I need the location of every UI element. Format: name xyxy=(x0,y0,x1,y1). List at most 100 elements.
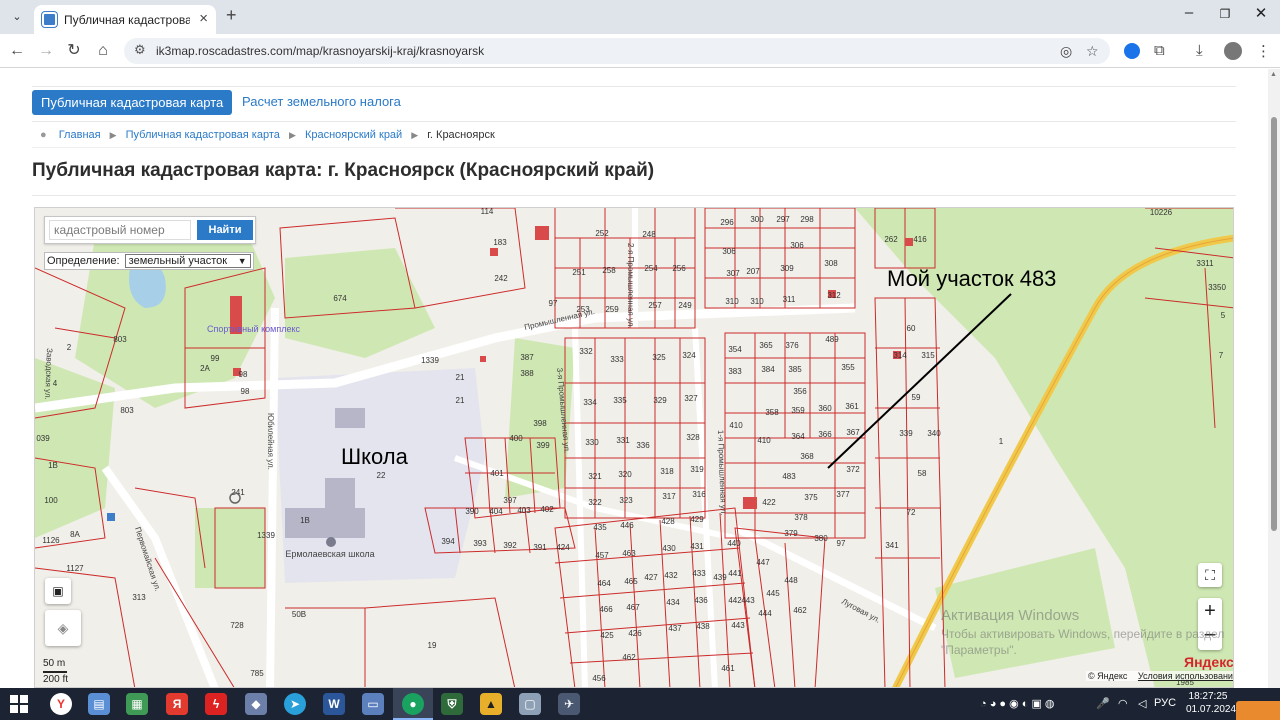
language-indicator[interactable]: РУС xyxy=(1154,697,1176,709)
yandex-app-icon[interactable]: Я xyxy=(166,693,188,715)
address-url[interactable]: ik3map.roscadastres.com/map/krasnoyarski… xyxy=(156,44,484,58)
definition-value: земельный участок xyxy=(128,255,228,267)
scale-feet: 200 ft xyxy=(43,674,69,685)
spreadsheet-icon[interactable]: ▦ xyxy=(126,693,148,715)
file-icon[interactable]: ▤ xyxy=(88,693,110,715)
wifi-icon[interactable]: ◠ xyxy=(1118,697,1128,710)
breadcrumb-home[interactable]: Главная xyxy=(59,129,101,141)
windows-start-icon[interactable] xyxy=(10,695,28,713)
school-name-label: Ермолаевская школа xyxy=(285,549,374,559)
fullscreen-button[interactable]: ⛶ xyxy=(1198,563,1222,587)
breadcrumb-cadastral-map[interactable]: Публичная кадастровая карта xyxy=(126,129,280,141)
avatar[interactable] xyxy=(1224,42,1242,60)
svg-text:410: 410 xyxy=(729,421,743,430)
svg-text:3311: 3311 xyxy=(1196,259,1214,268)
bird-app-icon[interactable]: ◆ xyxy=(245,693,267,715)
svg-text:457: 457 xyxy=(595,551,609,560)
ruler-button[interactable]: ▣ xyxy=(45,578,71,604)
svg-text:427: 427 xyxy=(644,573,658,582)
menu-dots-icon[interactable]: ⋮ xyxy=(1256,42,1271,60)
rocket-icon[interactable]: ✈ xyxy=(558,693,580,715)
bus-stop-icon[interactable] xyxy=(107,513,115,521)
find-button[interactable]: Найти xyxy=(197,220,253,240)
forward-icon[interactable]: → xyxy=(35,40,57,62)
svg-text:323: 323 xyxy=(619,496,633,505)
svg-text:317: 317 xyxy=(662,492,676,501)
flash-icon[interactable]: ϟ xyxy=(205,693,227,715)
svg-text:320: 320 xyxy=(618,470,632,479)
map-scale: 50 m 200 ft xyxy=(43,658,68,686)
shield-icon[interactable]: ⛨ xyxy=(441,693,463,715)
tab-title: Публичная кадастровая карта xyxy=(64,13,190,27)
app-window-icon[interactable]: ▭ xyxy=(362,693,384,715)
site-info-icon[interactable]: ⚙ xyxy=(134,42,146,58)
notification-badge[interactable] xyxy=(1236,701,1280,720)
tab-close-icon[interactable]: × xyxy=(199,10,208,27)
scroll-thumb[interactable] xyxy=(1271,117,1277,531)
nav-cadastral-map-button[interactable]: Публичная кадастровая карта xyxy=(32,90,233,115)
svg-text:296: 296 xyxy=(720,218,734,227)
svg-text:437: 437 xyxy=(668,624,682,633)
school-annotation: Школа xyxy=(341,444,409,469)
definition-select[interactable]: земельный участок ▼ xyxy=(124,254,251,268)
extension-icon[interactable] xyxy=(1124,43,1140,59)
download-icon[interactable]: ⤓ xyxy=(1196,42,1203,59)
breadcrumb-region[interactable]: Красноярский край xyxy=(305,129,402,141)
minimize-icon[interactable]: – xyxy=(1174,4,1204,21)
chrome-icon[interactable]: ● xyxy=(402,693,424,715)
svg-text:378: 378 xyxy=(794,513,808,522)
svg-text:248: 248 xyxy=(642,230,656,239)
page-scrollbar[interactable]: ▲ xyxy=(1268,69,1280,688)
new-tab-icon[interactable]: + xyxy=(226,5,237,26)
taskbar-clock[interactable]: 18:27:25 01.07.2024 xyxy=(1186,690,1236,716)
svg-text:401: 401 xyxy=(490,469,504,478)
svg-text:318: 318 xyxy=(660,467,674,476)
divider xyxy=(32,121,1236,122)
green-area-241 xyxy=(195,508,265,588)
volume-icon[interactable]: ◁ xyxy=(1138,697,1146,710)
svg-text:422: 422 xyxy=(762,498,776,507)
terms-link[interactable]: Условия использования xyxy=(1138,671,1233,681)
browser-tab-bar: ⌄ Публичная кадастровая карта × + – ❐ ✕ xyxy=(0,0,1280,34)
svg-text:483: 483 xyxy=(782,472,796,481)
yandex-browser-icon[interactable]: Y xyxy=(50,693,72,715)
svg-text:321: 321 xyxy=(588,472,602,481)
zoom-in-button[interactable]: + xyxy=(1198,598,1222,624)
triangle-app-icon[interactable]: ▲ xyxy=(480,693,502,715)
svg-text:803: 803 xyxy=(113,335,127,344)
scroll-up-icon[interactable]: ▲ xyxy=(1270,71,1277,78)
svg-text:335: 335 xyxy=(613,396,627,405)
bookmark-star-icon[interactable]: ☆ xyxy=(1086,43,1099,60)
svg-text:312: 312 xyxy=(827,291,841,300)
word-icon[interactable]: W xyxy=(323,693,345,715)
extensions-puzzle-icon[interactable]: ⧉ xyxy=(1154,42,1165,59)
svg-text:297: 297 xyxy=(776,215,790,224)
layers-button[interactable]: ◈ xyxy=(45,610,81,646)
reload-icon[interactable]: ↻ xyxy=(63,40,85,62)
svg-text:99: 99 xyxy=(211,354,220,363)
svg-text:341: 341 xyxy=(885,541,899,550)
eye-off-icon[interactable]: ◎ xyxy=(1060,43,1072,60)
telegram-icon[interactable]: ➤ xyxy=(284,693,306,715)
svg-text:384: 384 xyxy=(761,365,775,374)
restore-icon[interactable]: ❐ xyxy=(1210,7,1240,21)
scale-meters: 50 m xyxy=(43,658,66,669)
parcel-annotation: Мой участок 483 xyxy=(887,266,1056,291)
tray-icons[interactable]: ◔ ◕ ● ◉ ◐ ▣ ◍ xyxy=(980,697,1055,710)
browser-tab[interactable]: Публичная кадастровая карта × xyxy=(34,5,216,34)
school-icon[interactable] xyxy=(326,537,336,547)
svg-text:22: 22 xyxy=(377,471,386,480)
svg-text:354: 354 xyxy=(728,345,742,354)
microphone-icon[interactable]: 🎤 xyxy=(1096,697,1110,710)
address-bar[interactable]: ⚙ ik3map.roscadastres.com/map/krasnoyars… xyxy=(124,38,1110,64)
nav-land-tax-link[interactable]: Расчет земельного налога xyxy=(242,94,401,109)
cadastral-number-input[interactable] xyxy=(49,220,191,240)
screenshot-icon[interactable]: ▢ xyxy=(519,693,541,715)
tab-search-icon[interactable]: ⌄ xyxy=(6,6,28,28)
cadastral-map[interactable]: 114 183 242 97 674 803 803 99 2A 98 98 1339 21 21… xyxy=(34,207,1234,688)
svg-text:403: 403 xyxy=(517,506,531,515)
svg-text:333: 333 xyxy=(610,355,624,364)
home-icon[interactable]: ⌂ xyxy=(92,40,114,62)
close-window-icon[interactable]: ✕ xyxy=(1246,4,1276,22)
back-icon[interactable]: ← xyxy=(6,40,28,62)
